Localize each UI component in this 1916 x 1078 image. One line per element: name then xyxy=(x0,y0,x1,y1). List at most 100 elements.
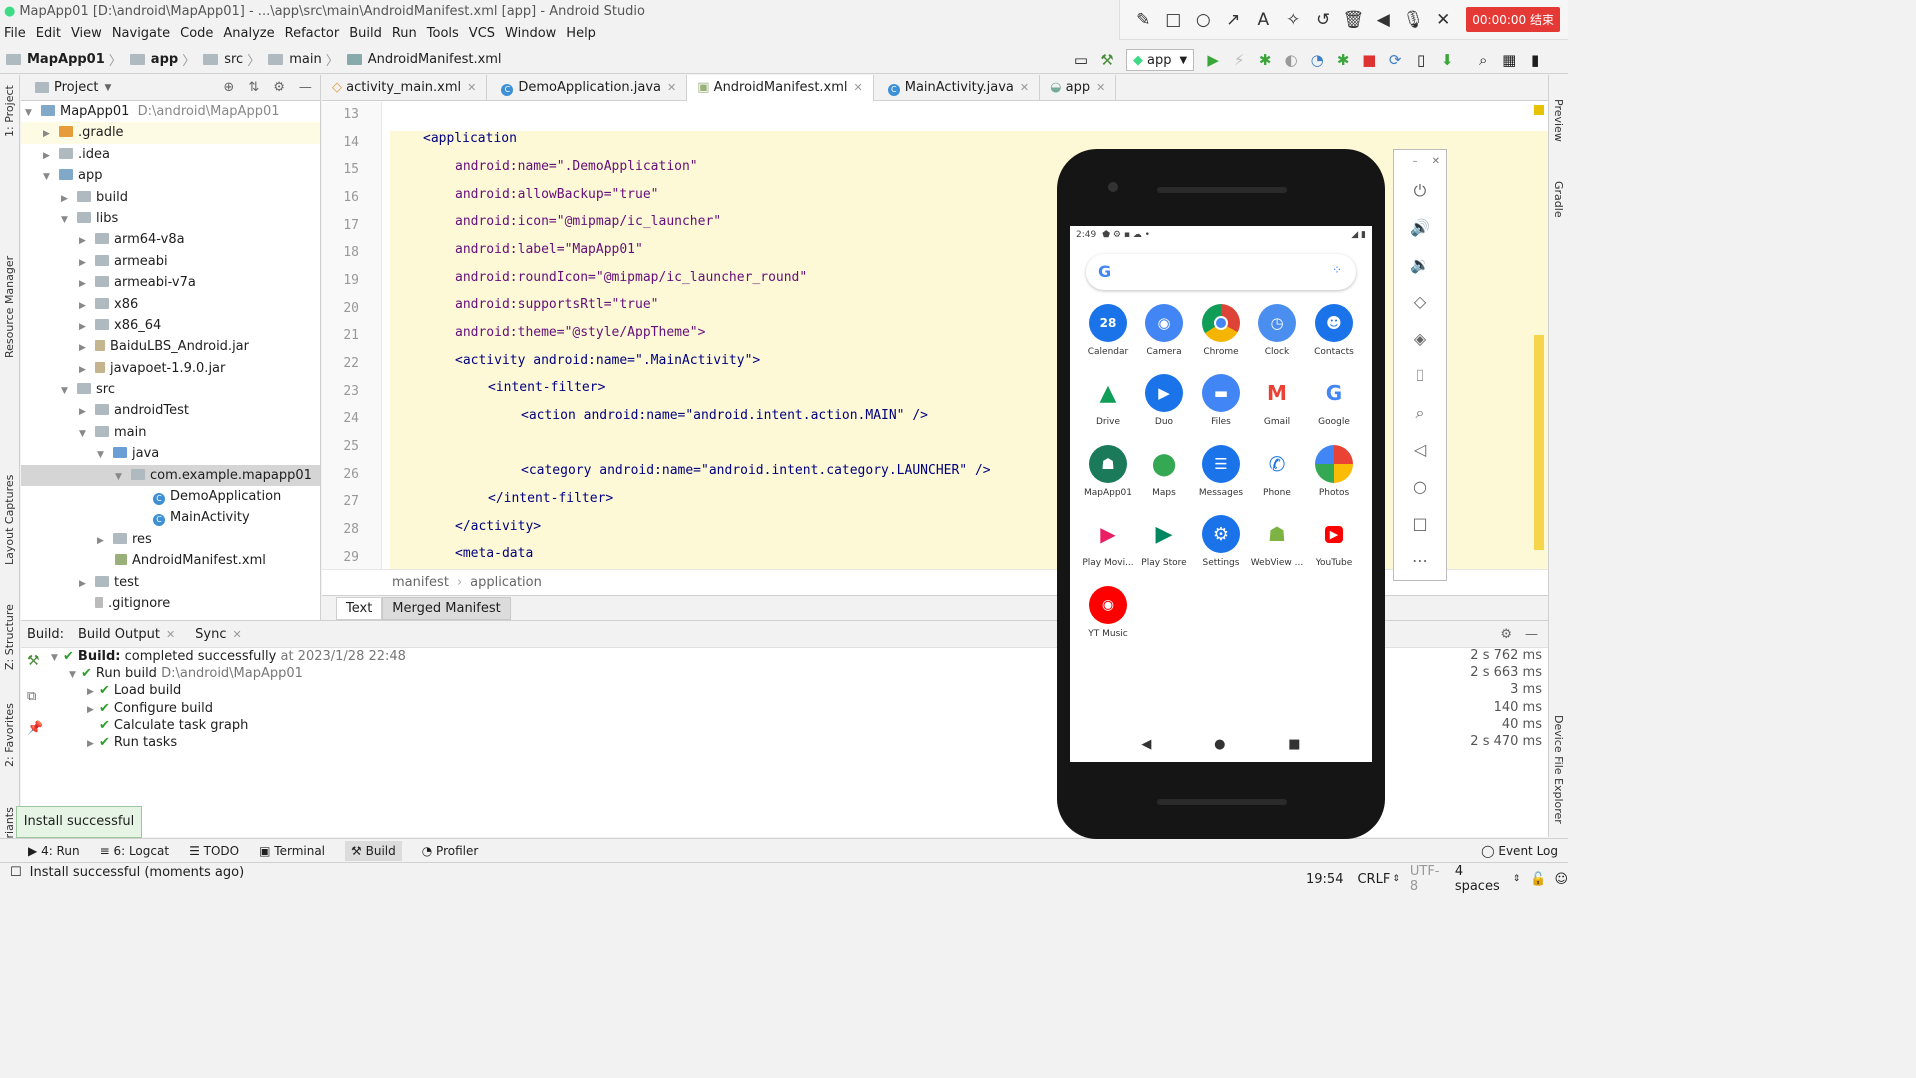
toolwin-todo[interactable]: ☰ TODO xyxy=(189,844,239,858)
side-tab-device-file-explorer[interactable]: Device File Explorer xyxy=(1552,715,1565,824)
back-icon[interactable]: ◁ xyxy=(1394,431,1446,468)
app-play-store[interactable]: ▶ Play Store xyxy=(1136,515,1192,568)
magic-wand-icon[interactable]: ✧ xyxy=(1278,0,1308,40)
trash-icon[interactable]: 🗑 xyxy=(1338,0,1368,40)
collapse-icon[interactable]: ⇅ xyxy=(248,80,259,95)
close-icon[interactable]: ✕ xyxy=(166,628,175,641)
tree-row-java[interactable]: ▼ java xyxy=(21,443,320,464)
tree-row-x86_64[interactable]: ▶ x86_64 xyxy=(21,315,320,336)
app-maps[interactable]: ⬤ Maps xyxy=(1136,445,1192,498)
device-icon[interactable]: ▮ xyxy=(1522,47,1548,73)
indent-setting[interactable]: 4 spaces xyxy=(1455,864,1511,894)
app-play-movies[interactable]: ▶ Play Movi... xyxy=(1080,515,1136,568)
home-icon[interactable]: ● xyxy=(1214,737,1225,752)
tab-androidmanifest-xml[interactable]: ▣ AndroidManifest.xml ✕ xyxy=(687,75,874,101)
app-google[interactable]: G Google xyxy=(1306,374,1362,427)
rectangle-icon[interactable]: □ xyxy=(1158,0,1188,40)
app-webview[interactable]: ☗ WebView ... xyxy=(1249,515,1305,568)
side-tab-preview[interactable]: Preview xyxy=(1552,99,1565,142)
hammer-icon[interactable]: ⚒ xyxy=(1094,47,1120,73)
app-clock[interactable]: ◷ Clock xyxy=(1249,304,1305,357)
menu-build[interactable]: Build xyxy=(349,26,382,41)
menu-run[interactable]: Run xyxy=(392,26,417,41)
speaker-icon[interactable]: ◀ xyxy=(1368,0,1398,40)
build-row[interactable]: ▶ ✔ Load build xyxy=(87,682,181,699)
tree-row-manifest[interactable]: AndroidManifest.xml xyxy=(21,550,320,571)
menu-file[interactable]: File xyxy=(4,26,26,41)
tab-activity-main-xml[interactable]: ◇ activity_main.xml ✕ xyxy=(322,75,488,101)
tree-row-main[interactable]: ▼ main xyxy=(21,422,320,443)
close-icon[interactable]: ✕ xyxy=(1096,81,1105,94)
minimize-icon[interactable]: — xyxy=(299,80,312,95)
app-duo[interactable]: ▶ Duo xyxy=(1136,374,1192,427)
tab-text[interactable]: Text xyxy=(336,596,383,620)
menu-code[interactable]: Code xyxy=(180,26,213,41)
app-messages[interactable]: ☰ Messages xyxy=(1193,445,1249,498)
menu-tools[interactable]: Tools xyxy=(427,26,459,41)
tree-row-test[interactable]: ▶ test xyxy=(21,572,320,593)
debug-icon[interactable]: ✱ xyxy=(1252,47,1278,73)
layout-icon[interactable]: ▭ xyxy=(1068,47,1094,73)
hammer-icon[interactable]: ⚒ xyxy=(27,653,40,669)
app-phone[interactable]: ✆ Phone xyxy=(1249,445,1305,498)
app-chrome[interactable]: Chrome xyxy=(1193,304,1249,357)
tree-row-armeabi-v7a[interactable]: ▶ armeabi-v7a xyxy=(21,272,320,293)
google-search-bar[interactable]: G ⁘ xyxy=(1086,254,1356,290)
menu-help[interactable]: Help xyxy=(566,26,596,41)
tree-row-arm64[interactable]: ▶ arm64-v8a xyxy=(21,229,320,250)
sdk-manager-icon[interactable]: ⬇ xyxy=(1434,47,1460,73)
tree-row-app[interactable]: ▼ app xyxy=(21,165,320,186)
back-icon[interactable]: ◀ xyxy=(1141,737,1151,752)
zoom-icon[interactable]: ⌕ xyxy=(1394,394,1446,431)
build-row[interactable]: ▶ ✔ Configure build xyxy=(87,700,213,717)
gear-icon[interactable]: ⚙ xyxy=(273,80,285,95)
microphone-icon[interactable]: 🎙 xyxy=(1398,0,1428,40)
gear-icon[interactable]: ⚙ xyxy=(1500,627,1512,642)
tree-row-mainactivity[interactable]: C MainActivity xyxy=(21,507,320,528)
volume-down-icon[interactable]: 🔉 xyxy=(1394,246,1446,283)
nav-project[interactable]: MapApp01 xyxy=(27,52,105,67)
install-toast[interactable]: Install successful xyxy=(16,806,142,838)
tree-row-build[interactable]: ▶ build xyxy=(21,187,320,208)
close-icon[interactable]: ✕ xyxy=(667,81,676,94)
menu-vcs[interactable]: VCS xyxy=(469,26,495,41)
stop-recording-button[interactable]: 00:00:00 结束 xyxy=(1466,7,1560,32)
profile-icon[interactable]: ◔ xyxy=(1304,47,1330,73)
overview-icon[interactable]: □ xyxy=(1394,505,1446,542)
copy-icon[interactable]: ⧉ xyxy=(27,689,36,704)
tree-row-src[interactable]: ▼ src xyxy=(21,379,320,400)
app-settings[interactable]: ⚙ Settings xyxy=(1193,515,1249,568)
project-view-select[interactable]: Project xyxy=(54,80,98,95)
close-icon[interactable]: ✕ xyxy=(1428,0,1458,40)
apply-changes-icon[interactable]: ⚡ xyxy=(1226,47,1252,73)
tree-row-gitignore[interactable]: .gitignore xyxy=(21,593,320,614)
locate-icon[interactable]: ⊕ xyxy=(223,80,234,95)
toolwin-terminal[interactable]: ▣ Terminal xyxy=(259,844,325,858)
side-tab-resource-manager[interactable]: Resource Manager xyxy=(3,256,16,358)
toolwin-logcat[interactable]: ≡ 6: Logcat xyxy=(100,844,169,858)
tree-row-javapoet-jar[interactable]: ▶ javapoet-1.9.0.jar xyxy=(21,358,320,379)
nav-src[interactable]: src xyxy=(224,52,243,67)
toolwin-build[interactable]: ⚒ Build xyxy=(345,840,402,861)
scroll-thumb[interactable] xyxy=(1534,335,1544,550)
avd-manager-icon[interactable]: ▯ xyxy=(1408,47,1434,73)
file-encoding[interactable]: UTF-8 xyxy=(1410,864,1447,894)
app-photos[interactable]: Photos xyxy=(1306,445,1362,498)
tab-build-output[interactable]: Build Output xyxy=(78,627,160,642)
tree-row-armeabi[interactable]: ▶ armeabi xyxy=(21,251,320,272)
tree-row-x86[interactable]: ▶ x86 xyxy=(21,294,320,315)
home-icon[interactable]: ○ xyxy=(1394,468,1446,505)
build-row[interactable]: ▼ ✔ Build: completed successfully at 2023/… xyxy=(51,648,406,665)
overview-icon[interactable]: ■ xyxy=(1288,737,1300,752)
more-icon[interactable]: ⋯ xyxy=(1394,542,1446,579)
app-camera[interactable]: ◉ Camera xyxy=(1136,304,1192,357)
volume-up-icon[interactable]: 🔊 xyxy=(1394,209,1446,246)
minimize-icon[interactable]: – xyxy=(1413,156,1418,167)
run-config-select[interactable]: ◆ app ▼ xyxy=(1126,49,1195,71)
build-row[interactable]: ▼ ✔ Run build D:\android\MapApp01 xyxy=(69,665,303,682)
side-tab-gradle[interactable]: Gradle xyxy=(1552,181,1565,218)
project-structure-icon[interactable]: ▦ xyxy=(1496,47,1522,73)
app-calendar[interactable]: 28 Calendar xyxy=(1080,304,1136,357)
search-icon[interactable]: ⌕ xyxy=(1470,47,1496,73)
breadcrumb-manifest[interactable]: manifest xyxy=(392,575,449,590)
